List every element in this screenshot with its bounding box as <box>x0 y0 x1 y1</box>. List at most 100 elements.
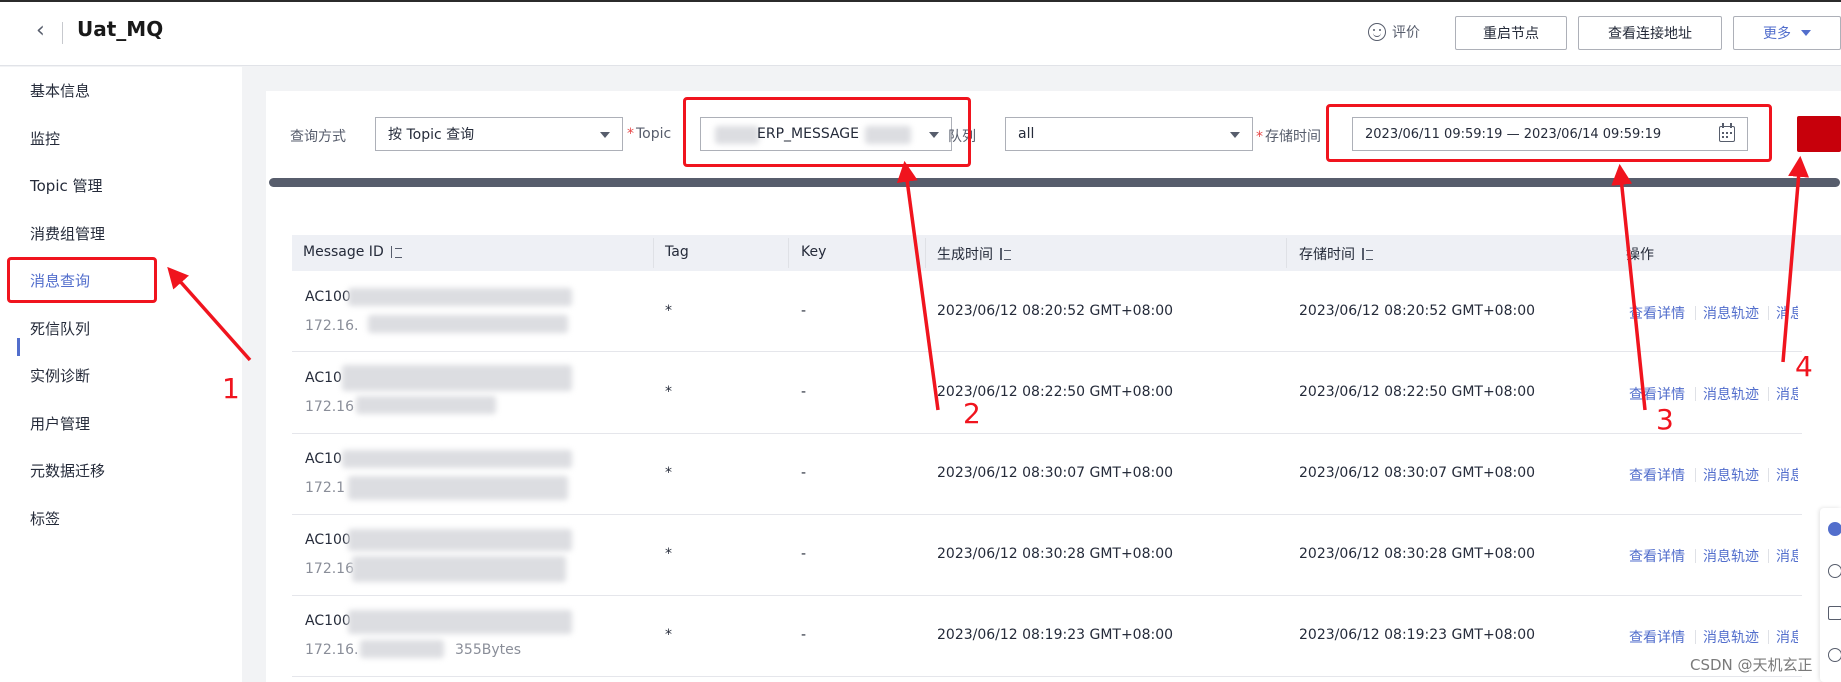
queue-value: all <box>1018 126 1035 142</box>
tag-cell: * <box>665 303 672 319</box>
view-detail-link[interactable]: 查看详情 <box>1629 627 1685 647</box>
floating-toolbar <box>1820 508 1841 682</box>
clock-icon[interactable] <box>1828 564 1841 578</box>
message-id-prefix: AC10 <box>305 370 342 386</box>
annotation-number-1: 1 <box>222 372 240 405</box>
row-divider <box>292 676 1802 677</box>
link-divider <box>1768 387 1769 401</box>
sort-icon[interactable] <box>1361 248 1373 260</box>
annotation-box-storage-time <box>1326 104 1772 162</box>
restart-node-button[interactable]: 重启节点 <box>1455 16 1567 50</box>
more-ops-link[interactable]: 消息 <box>1776 465 1798 485</box>
sidebar-item-consumer-group[interactable]: 消费组管理 <box>30 223 105 244</box>
sidebar-item-tags[interactable]: 标签 <box>30 508 60 529</box>
link-divider <box>1695 549 1696 563</box>
storage-time-label-text: 存储时间 <box>1265 129 1321 145</box>
message-host: 172.16 <box>305 399 354 415</box>
view-connection-address-button[interactable]: 查看连接地址 <box>1578 16 1722 50</box>
redacted-block <box>360 640 444 658</box>
sidebar-item-user-management[interactable]: 用户管理 <box>30 413 90 434</box>
more-ops-link[interactable]: 消息 <box>1776 384 1798 404</box>
row-divider <box>292 595 1802 596</box>
header-divider <box>62 22 63 44</box>
sidebar-active-indicator <box>17 338 20 356</box>
annotation-number-2: 2 <box>963 397 981 430</box>
tag-cell: * <box>665 627 672 643</box>
customer-service-icon[interactable] <box>1828 522 1841 536</box>
more-dropdown-button[interactable]: 更多 <box>1733 16 1841 50</box>
message-trace-link[interactable]: 消息轨迹 <box>1703 384 1759 404</box>
document-icon[interactable] <box>1828 606 1841 620</box>
back-chevron-icon[interactable]: ‹ <box>36 18 45 43</box>
message-size: 355Bytes <box>455 642 522 658</box>
queue-select[interactable]: all <box>1005 117 1253 151</box>
message-host: 172.16. <box>305 642 359 658</box>
table-header <box>292 235 1841 271</box>
more-ops-link[interactable]: 消息 <box>1776 546 1798 566</box>
sidebar-item-metadata-migration[interactable]: 元数据迁移 <box>30 460 105 481</box>
query-mode-select[interactable]: 按 Topic 查询 <box>375 117 623 151</box>
link-divider <box>1695 630 1696 644</box>
view-detail-link[interactable]: 查看详情 <box>1629 384 1685 404</box>
column-header-message-id[interactable]: Message ID <box>303 244 402 260</box>
message-trace-link[interactable]: 消息轨迹 <box>1703 303 1759 323</box>
message-trace-link[interactable]: 消息轨迹 <box>1703 546 1759 566</box>
link-divider <box>1768 630 1769 644</box>
query-mode-label: 查询方式 <box>290 129 346 145</box>
message-id-prefix: AC100 <box>305 532 351 548</box>
sidebar-item-monitoring[interactable]: 监控 <box>30 128 60 149</box>
born-time-cell: 2023/06/12 08:30:28 GMT+08:00 <box>937 546 1174 562</box>
key-cell: - <box>801 627 807 643</box>
link-divider <box>1768 549 1769 563</box>
message-host: 172.16 <box>305 561 354 577</box>
view-detail-link[interactable]: 查看详情 <box>1629 546 1685 566</box>
column-header-operations: 操作 <box>1626 247 1654 263</box>
store-time-cell: 2023/06/12 08:22:50 GMT+08:00 <box>1299 384 1536 400</box>
more-ops-link[interactable]: 消息 <box>1776 627 1798 647</box>
rate-link[interactable]: 评价 <box>1368 22 1420 42</box>
topic-label-text: Topic <box>636 126 672 142</box>
annotation-box-message-query <box>7 257 157 303</box>
sidebar-item-topic-management[interactable]: Topic 管理 <box>30 175 103 196</box>
message-trace-link[interactable]: 消息轨迹 <box>1703 627 1759 647</box>
feedback-smile-icon[interactable] <box>1828 648 1841 662</box>
more-ops-link[interactable]: 消息 <box>1776 303 1798 323</box>
redacted-block <box>352 556 566 582</box>
sidebar-item-basic-info[interactable]: 基本信息 <box>30 80 90 101</box>
tag-cell: * <box>665 546 672 562</box>
born-time-cell: 2023/06/12 08:20:52 GMT+08:00 <box>937 303 1174 319</box>
smile-icon <box>1368 23 1386 41</box>
column-header-tag: Tag <box>665 244 689 260</box>
redacted-block <box>368 315 568 333</box>
redacted-block <box>356 396 496 414</box>
store-time-cell: 2023/06/12 08:20:52 GMT+08:00 <box>1299 303 1536 319</box>
redacted-block <box>342 365 572 391</box>
message-id-prefix: AC100 <box>305 289 351 305</box>
column-header-store-time[interactable]: 存储时间 <box>1299 244 1373 264</box>
annotation-number-4: 4 <box>1795 350 1813 383</box>
born-time-cell: 2023/06/12 08:19:23 GMT+08:00 <box>937 627 1174 643</box>
tag-cell: * <box>665 384 672 400</box>
view-detail-link[interactable]: 查看详情 <box>1629 465 1685 485</box>
annotation-box-topic <box>683 97 971 167</box>
column-divider <box>653 238 654 268</box>
sidebar-item-instance-diagnosis[interactable]: 实例诊断 <box>30 365 90 386</box>
horizontal-scrollbar[interactable] <box>269 178 1840 187</box>
query-mode-value: 按 Topic 查询 <box>388 127 475 143</box>
search-button[interactable] <box>1797 116 1841 152</box>
column-header-born-time[interactable]: 生成时间 <box>937 244 1011 264</box>
sort-icon[interactable] <box>999 248 1011 260</box>
sort-icon[interactable] <box>390 246 402 258</box>
page-title: Uat_MQ <box>77 17 164 41</box>
storage-time-label: * 存储时间 <box>1256 129 1321 145</box>
row-divider <box>292 351 1802 352</box>
sidebar: 基本信息 监控 Topic 管理 消费组管理 消息查询 死信队列 实例诊断 用户… <box>0 67 242 682</box>
column-header-message-id-label: Message ID <box>303 244 384 260</box>
sidebar-item-dead-letter-queue[interactable]: 死信队列 <box>30 318 90 339</box>
message-trace-link[interactable]: 消息轨迹 <box>1703 465 1759 485</box>
caret-down-icon <box>1801 30 1811 36</box>
key-cell: - <box>801 465 807 481</box>
row-divider <box>292 433 1802 434</box>
column-divider <box>925 238 926 268</box>
view-detail-link[interactable]: 查看详情 <box>1629 303 1685 323</box>
